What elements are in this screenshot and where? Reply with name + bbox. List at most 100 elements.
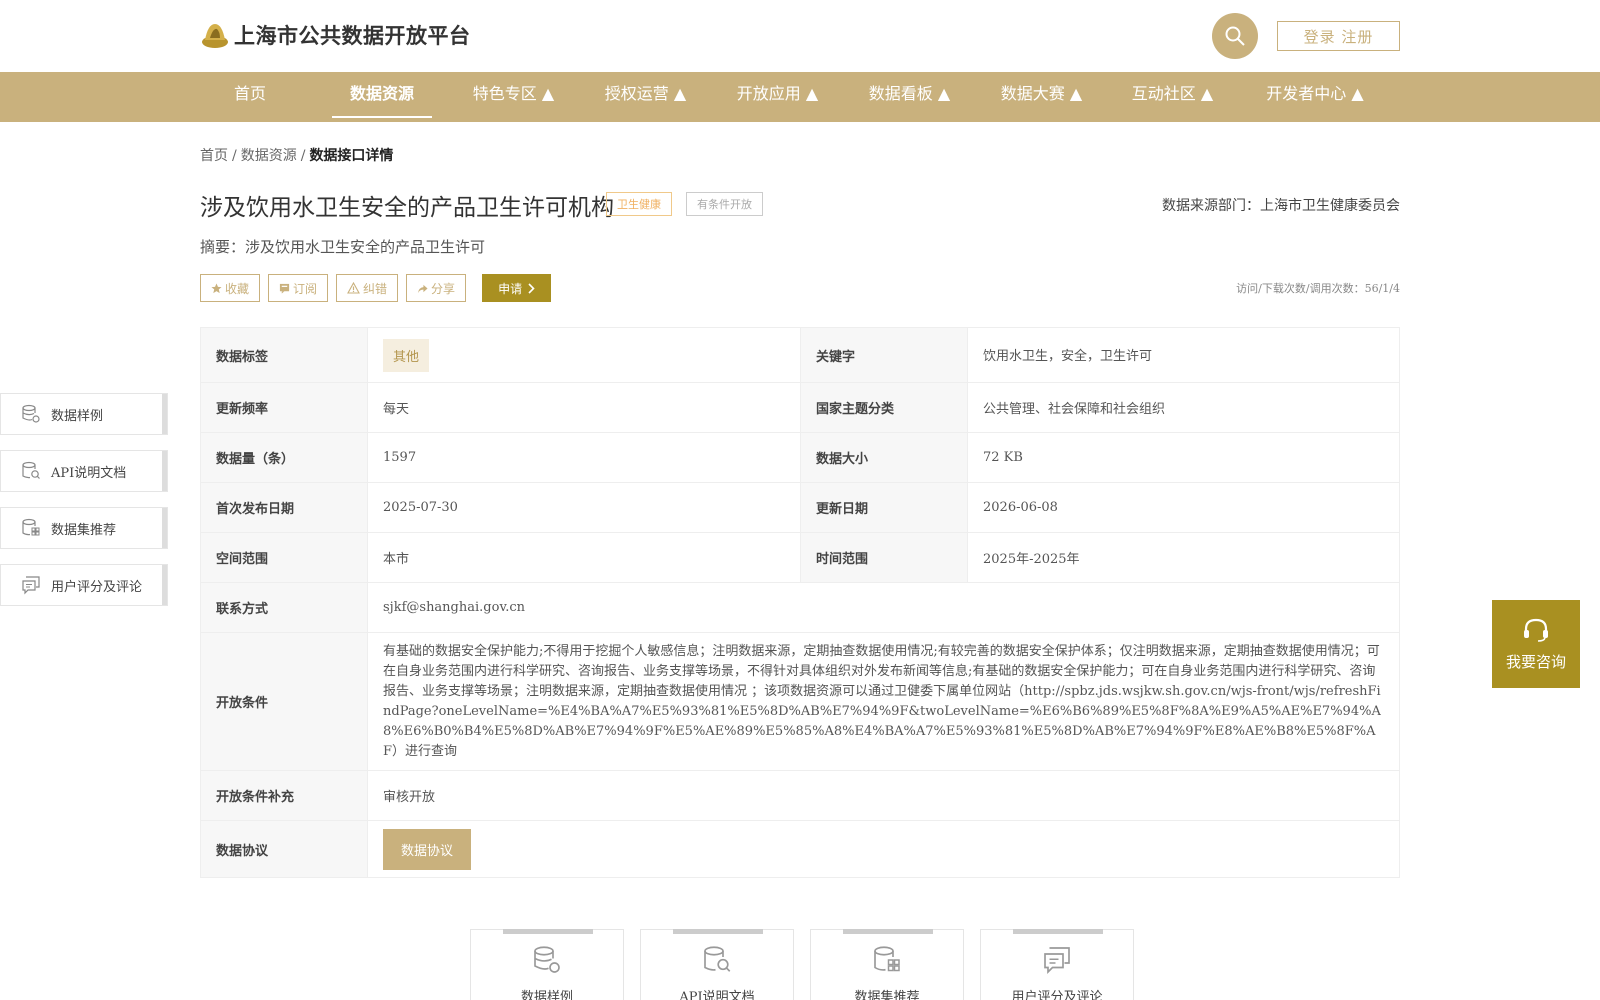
favorite-button[interactable]: 收藏	[200, 274, 261, 302]
open-type-tag: 有条件开放	[686, 192, 763, 216]
star-icon	[211, 282, 222, 293]
time-scope-label: 时间范围	[800, 532, 968, 583]
table-row: 联系方式 sjkf@shanghai.gov.cn	[200, 582, 1400, 633]
card-ratings[interactable]: 用户评分及评论	[980, 929, 1134, 1000]
table-row: 更新频率 每天 国家主题分类 公共管理、社会保障和社会组织	[200, 382, 1400, 433]
nav-data-resources[interactable]: 数据资源	[332, 72, 432, 122]
apply-label: 申请	[498, 281, 523, 296]
contact-label: 联系方式	[200, 582, 368, 633]
doc-search-icon	[22, 461, 40, 479]
breadcrumb-separator: /	[232, 148, 237, 164]
share-button[interactable]: 分享	[406, 274, 467, 302]
table-row: 开放条件补充 审核开放	[200, 770, 1400, 821]
comment-icon	[22, 576, 40, 595]
domain-tag: 卫生健康	[606, 192, 672, 216]
nav-special-zone[interactable]: 特色专区 ▲	[471, 72, 556, 122]
search-icon	[1225, 26, 1245, 46]
comment-icon	[1044, 947, 1070, 974]
headset-icon	[1524, 618, 1548, 642]
agreement-label: 数据协议	[200, 820, 368, 878]
side-item-label: API说明文档	[51, 465, 127, 481]
condition-extra-label: 开放条件补充	[200, 770, 368, 821]
top-header: 上海市公共数据开放平台 登录 注册	[0, 0, 1600, 72]
warning-icon	[347, 282, 360, 294]
side-item-ratings[interactable]: 用户评分及评论	[0, 564, 168, 606]
action-bar: 收藏 订阅 纠错 分享 申请	[200, 274, 552, 302]
agreement-cell: 数据协议	[367, 820, 1400, 878]
table-row: 首次发布日期 2025-07-30 更新日期 2026-06-08	[200, 482, 1400, 533]
site-logo[interactable]: 上海市公共数据开放平台	[200, 20, 471, 50]
breadcrumb-resources[interactable]: 数据资源	[241, 148, 297, 164]
card-api-doc[interactable]: API说明文档	[640, 929, 794, 1000]
open-condition-label: 开放条件	[200, 632, 368, 771]
breadcrumb-home[interactable]: 首页	[200, 148, 228, 164]
database-gear-icon	[22, 404, 40, 423]
data-size-label: 数据大小	[800, 432, 968, 483]
card-data-sample[interactable]: 数据样例	[470, 929, 624, 1000]
nav-data-contest[interactable]: 数据大赛 ▲	[999, 72, 1084, 122]
table-row: 数据量（条） 1597 数据大小 72 KB	[200, 432, 1400, 483]
report-label: 纠错	[363, 281, 388, 296]
card-label: 数据集推荐	[854, 990, 920, 1000]
summary: 摘要：涉及饮用水卫生安全的产品卫生许可	[200, 238, 486, 256]
chevron-right-icon	[528, 282, 535, 294]
contact-value[interactable]: sjkf@shanghai.gov.cn	[367, 582, 1400, 633]
section-cards: 数据样例 API说明文档 数据集推荐 用户评分及评论	[470, 929, 1134, 1000]
login-register-button[interactable]: 登录 注册	[1277, 21, 1400, 51]
table-row: 开放条件 有基础的数据安全保护能力;不得用于挖掘个人敏感信息；注明数据来源，定期…	[200, 632, 1400, 771]
spatial-scope-label: 空间范围	[200, 532, 368, 583]
first-publish-value: 2025-07-30	[367, 482, 801, 533]
side-item-label: 用户评分及评论	[51, 579, 143, 595]
frequency-label: 更新频率	[200, 382, 368, 433]
theme-label: 国家主题分类	[800, 382, 968, 433]
page-title: 涉及饮用水卫生安全的产品卫生许可机构	[200, 195, 614, 221]
table-row: 空间范围 本市 时间范围 2025年-2025年	[200, 532, 1400, 583]
nav-authorized-operation[interactable]: 授权运营 ▲	[603, 72, 688, 122]
tags-label: 数据标签	[200, 327, 368, 383]
tags-cell: 其他	[367, 327, 801, 383]
breadcrumb-current: 数据接口详情	[309, 148, 394, 164]
nav-developer-center[interactable]: 开发者中心 ▲	[1264, 72, 1366, 122]
database-grid-icon	[874, 946, 900, 972]
consult-button[interactable]: 我要咨询	[1492, 600, 1580, 688]
update-date-label: 更新日期	[800, 482, 968, 533]
card-label: 用户评分及评论	[1011, 990, 1103, 1000]
record-count-label: 数据量（条）	[200, 432, 368, 483]
breadcrumb: 首页 / 数据资源 / 数据接口详情	[200, 145, 393, 165]
theme-value: 公共管理、社会保障和社会组织	[967, 382, 1400, 433]
apply-button[interactable]: 申请	[482, 274, 552, 302]
logo-icon	[202, 24, 228, 48]
database-gear-icon	[534, 946, 560, 973]
condition-extra-value: 审核开放	[367, 770, 1400, 821]
card-dataset-recommend[interactable]: 数据集推荐	[810, 929, 964, 1000]
nav-open-apps[interactable]: 开放应用 ▲	[735, 72, 820, 122]
data-agreement-button[interactable]: 数据协议	[383, 828, 472, 870]
nav-community[interactable]: 互动社区 ▲	[1130, 72, 1215, 122]
subscribe-label: 订阅	[293, 281, 318, 296]
report-error-button[interactable]: 纠错	[336, 274, 399, 302]
side-item-api-doc[interactable]: API说明文档	[0, 450, 168, 492]
update-date-value: 2026-06-08	[967, 482, 1400, 533]
nav-data-dashboard[interactable]: 数据看板 ▲	[867, 72, 952, 122]
tag-chip[interactable]: 其他	[383, 338, 430, 372]
access-stats: 访问/下载次数/调用次数：56/1/4	[1236, 282, 1400, 295]
nav-home[interactable]: 首页	[228, 72, 272, 122]
data-size-value: 72 KB	[967, 432, 1400, 483]
search-button[interactable]	[1212, 13, 1258, 59]
favorite-label: 收藏	[225, 281, 250, 296]
share-icon	[417, 284, 428, 293]
subscribe-button[interactable]: 订阅	[268, 274, 329, 302]
breadcrumb-separator: /	[300, 148, 306, 164]
database-grid-icon	[22, 518, 40, 536]
side-item-data-sample[interactable]: 数据样例	[0, 393, 168, 435]
record-count-value: 1597	[367, 432, 801, 483]
source-department: 数据来源部门：上海市卫生健康委员会	[1162, 198, 1400, 214]
open-condition-value: 有基础的数据安全保护能力;不得用于挖掘个人敏感信息；注明数据来源，定期抽查数据使…	[367, 632, 1400, 771]
side-item-dataset-recommend[interactable]: 数据集推荐	[0, 507, 168, 549]
frequency-value: 每天	[367, 382, 801, 433]
side-anchor-nav: 数据样例 API说明文档 数据集推荐 用户评分及评论	[0, 393, 168, 621]
consult-label: 我要咨询	[1505, 652, 1566, 671]
table-row: 数据协议 数据协议	[200, 820, 1400, 878]
doc-search-icon	[704, 946, 731, 972]
bookmark-icon	[279, 283, 290, 294]
